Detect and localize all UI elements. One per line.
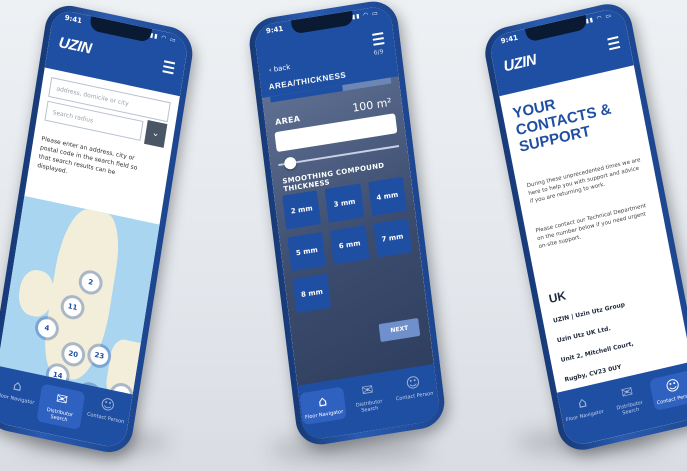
hamburger-menu-icon[interactable]	[372, 32, 385, 46]
distributor-map[interactable]: 2 11 4 20 23 14 49 4	[0, 195, 160, 395]
radius-dropdown-chevron-icon[interactable]: ⌄	[144, 120, 168, 148]
phone-screen: 9:41 ▮▮ ◠ ▭ UZIN address, domicile or ci…	[0, 8, 190, 450]
thickness-option[interactable]: 5 mm	[287, 231, 327, 272]
support-paragraph: During these unprecedented times we are …	[526, 157, 642, 205]
back-button[interactable]: ‹ back	[268, 63, 290, 74]
thickness-options: 2 mm 3 mm 4 mm 5 mm 6 mm 7 mm 8 mm	[282, 176, 417, 313]
address-line: UZIN | Uzin Utz Group	[552, 301, 626, 325]
phone-screen: 9:41 ▮▮ ◠ ▭ ‹ back 6/9 AREA/THICKNESS AR…	[253, 4, 441, 442]
thickness-option[interactable]: 6 mm	[330, 225, 370, 265]
tab-floor-navigator[interactable]: ⌂ Floor Navigator	[559, 390, 606, 423]
phone-contacts-support: 9:41 ▮▮ ◠ ▭ UZIN YOUR CONTACTS & SUPPORT…	[480, 0, 687, 455]
tab-floor-navigator[interactable]: ⌂ Floor Navigator	[0, 374, 40, 407]
search-help-text: Please enter an address, city or postal …	[36, 135, 138, 177]
thickness-option[interactable]: 4 mm	[367, 176, 407, 217]
hamburger-menu-icon[interactable]	[607, 36, 621, 51]
tab-contact-person[interactable]: ☺ Contact Person	[390, 372, 436, 403]
thickness-option[interactable]: 3 mm	[325, 183, 365, 223]
tab-floor-navigator[interactable]: ⌂ Floor Navigator	[299, 386, 347, 426]
tab-distributor-search[interactable]: ✉ Distributor Search	[345, 379, 392, 416]
tab-contact-person[interactable]: ☺ Contact Person	[84, 393, 131, 426]
back-label: back	[273, 63, 291, 74]
tab-distributor-search[interactable]: ✉ Distributor Search	[36, 383, 86, 431]
page-title: YOUR CONTACTS & SUPPORT	[511, 96, 613, 156]
support-paragraph: Please contact our Technical Department …	[535, 203, 647, 251]
status-time: 9:41	[265, 24, 284, 36]
map-landmass	[103, 337, 153, 395]
address-line: Unit 2, Mitchell Court,	[560, 340, 635, 364]
step-counter: 6/9	[373, 48, 384, 57]
address-line: Uzin Utz UK Ltd.	[556, 325, 612, 345]
tab-distributor-search[interactable]: ✉ Distributor Search	[604, 380, 653, 419]
country-heading: UK	[547, 288, 568, 307]
phone-floor-navigator: 9:41 ▮▮ ◠ ▭ ‹ back 6/9 AREA/THICKNESS AR…	[246, 0, 448, 449]
tab-contact-person[interactable]: ☺ Contact Person	[649, 369, 687, 412]
thickness-option[interactable]: 8 mm	[292, 273, 332, 313]
uzin-logo: UZIN	[502, 51, 538, 76]
phone-distributor-search: 9:41 ▮▮ ◠ ▭ UZIN address, domicile or ci…	[0, 1, 197, 457]
hamburger-menu-icon[interactable]	[162, 60, 176, 75]
thickness-option[interactable]: 7 mm	[372, 218, 413, 258]
phone-screen: 9:41 ▮▮ ◠ ▭ UZIN YOUR CONTACTS & SUPPORT…	[487, 6, 687, 448]
thickness-option[interactable]: 2 mm	[282, 190, 322, 230]
uzin-logo: UZIN	[57, 33, 93, 58]
